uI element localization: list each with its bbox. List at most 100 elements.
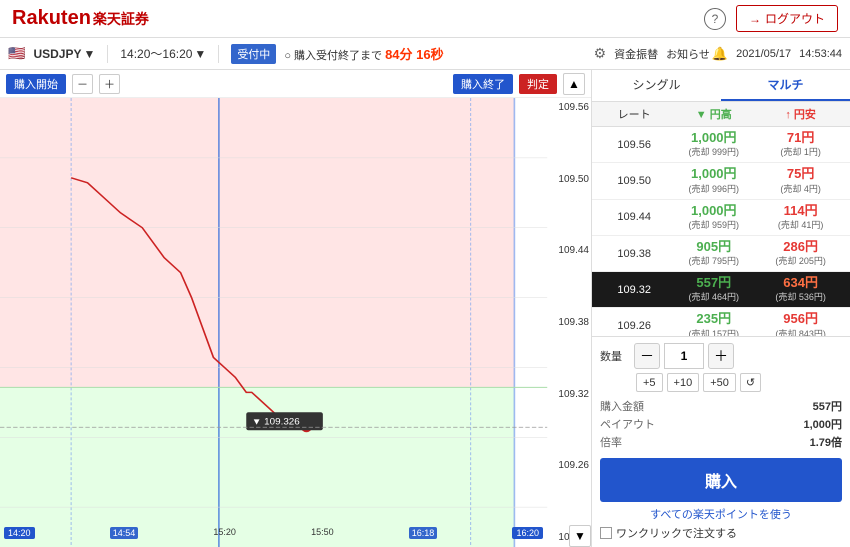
settings-icon[interactable]: ⚙: [594, 45, 607, 62]
scroll-down-button[interactable]: ▼: [569, 525, 591, 547]
divider: [107, 45, 108, 63]
time-label-end: 16:20: [512, 527, 543, 539]
purchase-end-button[interactable]: 購入終了: [453, 74, 513, 94]
up-value: 114円(売却 41円): [757, 204, 844, 231]
rate-row[interactable]: 109.50 1,000円(売却 996円) 75円(売却 4円): [592, 163, 850, 199]
down-value: 905円(売却 795円): [670, 240, 757, 267]
chart-svg: ▼ 109.326: [0, 98, 591, 547]
rate-value: 109.50: [598, 175, 670, 187]
multiplier-value: 1.79倍: [810, 434, 842, 450]
qty-add-row: +5 +10 +50 ↺: [600, 373, 842, 392]
tab-single[interactable]: シングル: [592, 70, 721, 101]
header-up: ↑ 円安: [757, 106, 844, 122]
rate-value: 109.56: [598, 139, 670, 151]
rate-row[interactable]: 109.38 905円(売却 795円) 286円(売却 205円): [592, 236, 850, 272]
logo-rakuten: Rakuten: [12, 7, 91, 30]
scroll-up-button[interactable]: ▲: [563, 73, 585, 95]
logout-arrow-icon: →: [749, 12, 761, 26]
qty-add50-button[interactable]: +50: [703, 373, 736, 392]
points-link[interactable]: すべての楽天ポイントを使う: [600, 506, 842, 522]
price-label-3: 109.44: [549, 245, 589, 256]
header-right: ? → ログアウト: [704, 5, 838, 32]
oneclick-row[interactable]: ワンクリックで注文する: [600, 525, 842, 541]
fund-transfer-link[interactable]: 資金振替: [614, 46, 658, 62]
pair-selector[interactable]: USDJPY ▼: [33, 47, 95, 61]
qty-add5-button[interactable]: +5: [636, 373, 663, 392]
time-label-2: 15:20: [213, 527, 236, 539]
down-value: 1,000円(売却 959円): [670, 204, 757, 231]
up-value: 75円(売却 4円): [757, 167, 844, 194]
qty-label: 数量: [600, 348, 630, 364]
flag-icon: 🇺🇸: [8, 45, 25, 62]
qty-add10-button[interactable]: +10: [667, 373, 700, 392]
pair-chevron-icon: ▼: [83, 47, 95, 61]
order-panel: 数量 － ＋ +5 +10 +50 ↺ 購入金額 557円 ペイアウト 1,00…: [592, 336, 850, 547]
tab-multi[interactable]: マルチ: [721, 70, 850, 101]
rate-table: レート ▼ 円高 ↑ 円安 109.56 1,000円(売却 999円) 71円…: [592, 102, 850, 336]
time-range-label: 14:20～16:20: [120, 45, 192, 62]
payout-value: 1,000円: [803, 416, 842, 432]
buy-button[interactable]: 購入: [600, 458, 842, 502]
notification-label: お知らせ: [666, 46, 710, 62]
time-labels: 14:20 14:54 15:20 15:50 16:18 16:20: [0, 527, 547, 539]
logo-text: 楽天証券: [93, 9, 149, 29]
up-value: 956円(売却 843円): [757, 312, 844, 336]
price-label-5: 109.32: [549, 389, 589, 400]
price-label-1: 109.56: [549, 102, 589, 113]
time-label-3: 15:50: [311, 527, 334, 539]
qty-refresh-button[interactable]: ↺: [740, 373, 761, 392]
main-container: 購入開始 － ＋ 購入終了 判定 ▲: [0, 70, 850, 547]
logout-button[interactable]: → ログアウト: [736, 5, 838, 32]
qty-plus-button[interactable]: ＋: [708, 343, 734, 369]
down-value: 557円(売却 464円): [670, 276, 757, 303]
purchase-amount-label: 購入金額: [600, 398, 644, 414]
time-label-start: 14:20: [4, 527, 35, 539]
qty-input[interactable]: [664, 343, 704, 369]
rate-table-header: レート ▼ 円高 ↑ 円安: [592, 102, 850, 127]
down-value: 1,000円(売却 996円): [670, 167, 757, 194]
chart-area: 購入開始 － ＋ 購入終了 判定 ▲: [0, 70, 592, 547]
pair-label: USDJPY: [33, 47, 81, 61]
oneclick-checkbox[interactable]: [600, 527, 612, 539]
multiplier-label: 倍率: [600, 434, 622, 450]
countdown: 84分 16秒: [385, 47, 444, 62]
quantity-row: 数量 － ＋: [600, 343, 842, 369]
rate-value: 109.44: [598, 211, 670, 223]
help-icon[interactable]: ?: [704, 8, 726, 30]
right-panel: シングル マルチ レート ▼ 円高 ↑ 円安 109.56 1,000円(売却 …: [592, 70, 850, 547]
up-value: 286円(売却 205円): [757, 240, 844, 267]
bell-icon: 🔔: [712, 46, 728, 62]
multiplier-row: 倍率 1.79倍: [600, 434, 842, 450]
notifications-link[interactable]: お知らせ 🔔: [666, 46, 728, 62]
tabs: シングル マルチ: [592, 70, 850, 102]
plus-button[interactable]: ＋: [99, 74, 120, 94]
time-range-selector[interactable]: 14:20～16:20 ▼: [120, 45, 206, 62]
price-label-2: 109.50: [549, 174, 589, 185]
down-value: 235円(売却 157円): [670, 312, 757, 336]
oneclick-label: ワンクリックで注文する: [616, 525, 737, 541]
up-value: 71円(売却 1円): [757, 131, 844, 158]
time-chevron-icon: ▼: [194, 47, 206, 61]
header-rate: レート: [598, 106, 670, 122]
chart-toolbar: 購入開始 － ＋ 購入終了 判定 ▲: [0, 70, 591, 98]
rate-row[interactable]: 109.56 1,000円(売却 999円) 71円(売却 1円): [592, 127, 850, 163]
minus-button[interactable]: －: [72, 74, 93, 94]
down-value: 1,000円(売却 999円): [670, 131, 757, 158]
time-display: 14:53:44: [799, 48, 842, 60]
price-labels: 109.56 109.50 109.44 109.38 109.32 109.2…: [547, 98, 591, 547]
divider2: [218, 45, 219, 63]
purchase-start-button[interactable]: 購入開始: [6, 74, 66, 94]
rate-row-active[interactable]: 109.32 557円(売却 464円) 634円(売却 536円): [592, 272, 850, 308]
deadline-prefix: ○ 購入受付終了まで: [284, 50, 382, 62]
time-label-4: 16:18: [409, 527, 438, 539]
date-display: 2021/05/17: [736, 48, 791, 60]
rate-row[interactable]: 109.26 235円(売却 157円) 956円(売却 843円): [592, 308, 850, 336]
svg-text:▼ 109.326: ▼ 109.326: [252, 416, 300, 426]
time-label-1: 14:54: [110, 527, 139, 539]
rate-row[interactable]: 109.44 1,000円(売却 959円) 114円(売却 41円): [592, 200, 850, 236]
price-label-4: 109.38: [549, 317, 589, 328]
purchase-amount-value: 557円: [813, 398, 842, 414]
settlement-button[interactable]: 判定: [519, 74, 557, 94]
qty-minus-button[interactable]: －: [634, 343, 660, 369]
up-value: 634円(売却 536円): [757, 276, 844, 303]
